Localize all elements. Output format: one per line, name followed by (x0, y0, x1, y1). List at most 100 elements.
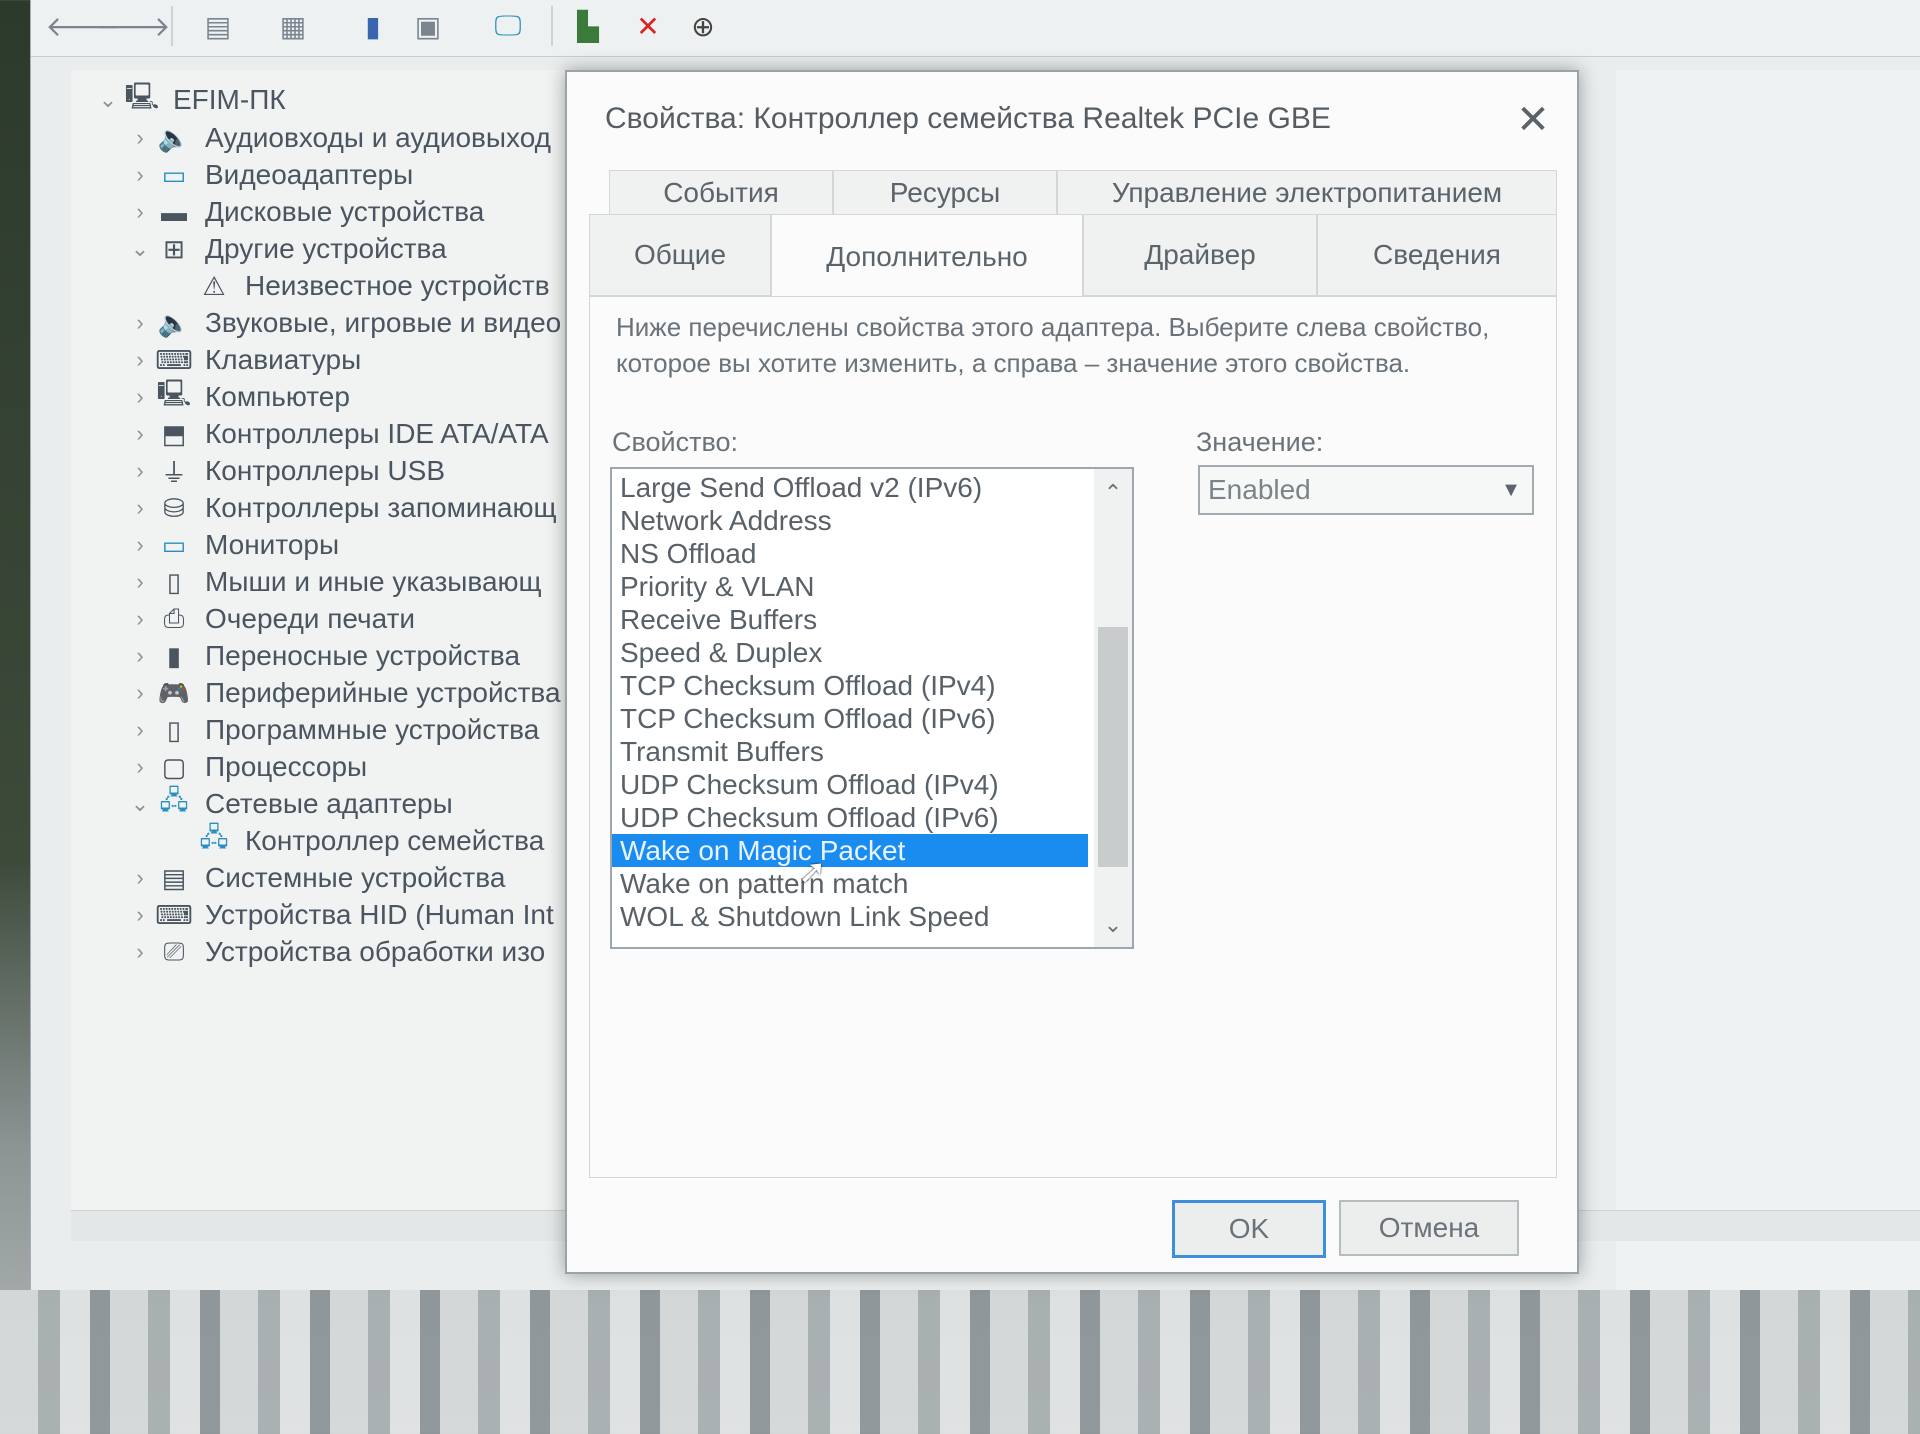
chevron-right-icon[interactable]: › (123, 162, 157, 188)
tree-item[interactable]: ⌄ 🖧 Сетевые адаптеры (123, 784, 453, 824)
chevron-right-icon[interactable]: › (123, 384, 157, 410)
tab-resources[interactable]: Ресурсы (833, 170, 1057, 216)
chevron-right-icon[interactable]: › (123, 569, 157, 595)
vertical-scrollbar[interactable]: ⌃ ⌄ (1094, 469, 1132, 947)
list-item[interactable]: Speed & Duplex (612, 636, 1132, 669)
chevron-down-icon[interactable]: ⌄ (123, 236, 157, 262)
tab-advanced[interactable]: Дополнительно (771, 214, 1083, 300)
value-combobox[interactable]: Enabled ▼ (1198, 465, 1534, 515)
list-item[interactable]: Receive Buffers (612, 603, 1132, 636)
advanced-tab-panel: Ниже перечислены свойства этого адаптера… (589, 296, 1557, 1178)
imaging-device-icon: ⎚ (163, 936, 185, 966)
value-label: Значение: (1196, 427, 1324, 457)
chevron-right-icon[interactable]: › (123, 347, 157, 373)
view-icon[interactable]: ▣ (406, 6, 450, 46)
list-item[interactable]: TCP Checksum Offload (IPv6) (612, 702, 1132, 735)
uninstall-icon[interactable]: ✕ (626, 6, 670, 46)
tab-events[interactable]: События (609, 170, 833, 216)
tree-item[interactable]: › ⏚ Контроллеры USB (123, 451, 445, 491)
scroll-down-icon[interactable]: ⌄ (1094, 907, 1132, 943)
tree-item[interactable]: › ▢ Процессоры (123, 747, 367, 787)
chevron-down-icon[interactable]: ⌄ (91, 87, 125, 113)
list-item[interactable]: Network Address (612, 504, 1132, 537)
property-listbox[interactable]: Large Send Offload v2 (IPv6) Network Addr… (610, 467, 1134, 949)
tree-item[interactable]: 🖧 Контроллер семейства (163, 821, 545, 861)
chevron-right-icon[interactable]: › (123, 532, 157, 558)
tree-item[interactable]: › ⌨ Клавиатуры (123, 340, 361, 380)
tree-item[interactable]: › 🔈 Звуковые, игровые и видео (123, 303, 561, 343)
dropdown-arrow-icon[interactable]: ▼ (1494, 471, 1528, 509)
toolbar: 🡐 🡒 ▤ ▦ ▮ ▣ 🖵 ▙ ✕ ⊕ (31, 0, 1920, 57)
list-item[interactable]: WOL & Shutdown Link Speed (612, 900, 1132, 933)
tree-item[interactable]: › ▯ Программные устройства (123, 710, 539, 750)
tree-item[interactable]: › ▬ Дисковые устройства (123, 192, 484, 232)
chevron-right-icon[interactable]: › (123, 199, 157, 225)
show-hide-icon[interactable]: ▦ (271, 6, 315, 46)
tree-root[interactable]: ⌄ 🖳 EFIM-ПК (91, 80, 286, 120)
tab-driver[interactable]: Драйвер (1083, 214, 1317, 296)
tree-item[interactable]: › ⬒ Контроллеры IDE ATA/ATA (123, 414, 548, 454)
properties-icon[interactable]: ▤ (196, 6, 240, 46)
tree-item[interactable]: › ⛁ Контроллеры запоминающ (123, 488, 556, 528)
list-item[interactable]: Wake on pattern match (612, 867, 1132, 900)
disable-icon[interactable]: ⊕ (681, 6, 725, 46)
tree-item[interactable]: › ▮ Переносные устройства (123, 636, 520, 676)
speaker-icon: 🔈 (157, 122, 191, 153)
help-icon[interactable]: ▮ (351, 6, 395, 46)
scrollbar-thumb[interactable] (1098, 627, 1128, 867)
update-driver-icon[interactable]: ▙ (566, 6, 610, 46)
monitor-icon[interactable]: 🖵 (486, 6, 530, 46)
tree-item[interactable]: › 🎮 Периферийные устройства (123, 673, 560, 713)
chevron-right-icon[interactable]: › (123, 643, 157, 669)
list-item[interactable]: UDP Checksum Offload (IPv4) (612, 768, 1132, 801)
scroll-up-icon[interactable]: ⌃ (1094, 475, 1132, 511)
chevron-right-icon[interactable]: › (123, 754, 157, 780)
chevron-right-icon[interactable]: › (123, 606, 157, 632)
list-item[interactable]: UDP Checksum Offload (IPv6) (612, 801, 1132, 834)
forward-arrow-icon[interactable]: 🡒 (95, 6, 170, 46)
tree-item-label: Процессоры (205, 751, 368, 782)
chevron-right-icon[interactable]: › (123, 458, 157, 484)
chevron-right-icon[interactable]: › (123, 310, 157, 336)
list-item-selected[interactable]: Wake on Magic Packet (612, 834, 1088, 867)
properties-dialog: Свойства: Контроллер семейства Realtek P… (565, 70, 1579, 1274)
tree-item[interactable]: › ⌨ Устройства HID (Human Int (123, 895, 553, 935)
ide-controller-icon: ⬒ (161, 418, 187, 449)
list-item[interactable]: Priority & VLAN (612, 570, 1132, 603)
tree-item[interactable]: › ▭ Мониторы (123, 525, 339, 565)
tab-details[interactable]: Сведения (1317, 214, 1557, 296)
tree-item[interactable]: › ▤ Системные устройства (123, 858, 505, 898)
disk-drive-icon: ▬ (161, 196, 187, 227)
list-item[interactable]: TCP Checksum Offload (IPv4) (612, 669, 1132, 702)
cancel-button[interactable]: Отмена (1339, 1200, 1519, 1256)
network-adapter-icon: 🖧 (159, 785, 189, 815)
chevron-right-icon[interactable]: › (123, 421, 157, 447)
tree-item[interactable]: › 🖳 Компьютер (123, 377, 350, 417)
tree-item-label: Мониторы (205, 529, 340, 560)
chevron-right-icon[interactable]: › (123, 902, 157, 928)
tree-item[interactable]: › 🔈 Аудиовходы и аудиовыход (123, 118, 551, 158)
chevron-right-icon[interactable]: › (123, 865, 157, 891)
tree-item-label: Компьютер (205, 381, 350, 412)
tree-item[interactable]: ⌄ ⊞ Другие устройства (123, 229, 447, 269)
ok-button[interactable]: OK (1172, 1200, 1326, 1258)
tree-item[interactable]: › ⎚ Устройства обработки изо (123, 932, 545, 972)
list-item[interactable]: NS Offload (612, 537, 1132, 570)
close-icon[interactable]: ✕ (1507, 94, 1559, 146)
tree-item[interactable]: › ▯ Мыши и иные указывающ (123, 562, 541, 602)
chevron-right-icon[interactable]: › (123, 125, 157, 151)
chevron-right-icon[interactable]: › (123, 939, 157, 965)
keyboard-icon: ⌨ (155, 344, 193, 375)
tab-general[interactable]: Общие (589, 214, 771, 296)
chevron-right-icon[interactable]: › (123, 680, 157, 706)
list-item[interactable]: Transmit Buffers (612, 735, 1132, 768)
tree-item[interactable]: › ⎙ Очереди печати (123, 599, 415, 639)
tree-item[interactable]: › ▭ Видеоадаптеры (123, 155, 413, 195)
tree-item[interactable]: ⚠ Неизвестное устройств (163, 266, 549, 306)
chevron-right-icon[interactable]: › (123, 717, 157, 743)
chevron-down-icon[interactable]: ⌄ (123, 791, 157, 817)
chevron-right-icon[interactable]: › (123, 495, 157, 521)
list-item[interactable]: Large Send Offload v2 (IPv6) (612, 471, 1132, 504)
toolbar-separator (171, 6, 173, 46)
tab-power-management[interactable]: Управление электропитанием (1057, 170, 1557, 216)
